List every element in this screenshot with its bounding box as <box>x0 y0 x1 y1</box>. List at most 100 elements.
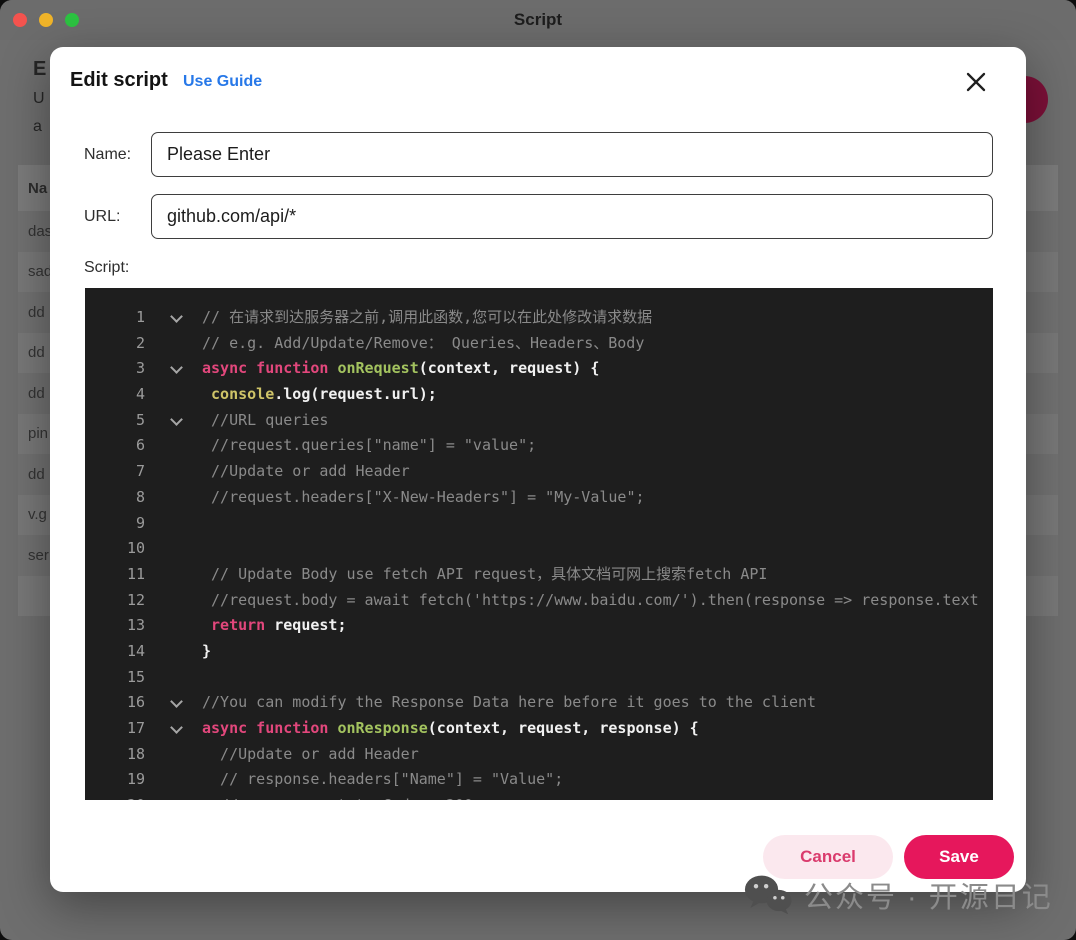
background-partial-heading: E <box>33 58 46 81</box>
name-input[interactable] <box>151 132 993 177</box>
save-button[interactable]: Save <box>904 835 1014 879</box>
line-number: 15 <box>85 665 145 691</box>
code-text: async function onRequest(context, reques… <box>202 356 599 382</box>
fold-chevron-down-icon[interactable] <box>170 721 183 734</box>
minimize-window-button[interactable] <box>39 13 53 27</box>
code-line: 1 // 在请求到达服务器之前,调用此函数,您可以在此处修改请求数据 <box>85 305 993 331</box>
gutter-fold-column <box>145 511 202 537</box>
code-line: 11 // Update Body use fetch API request，… <box>85 562 993 588</box>
line-number: 3 <box>85 356 145 382</box>
gutter-fold-column <box>145 742 202 768</box>
code-text: // Update Body use fetch API request，具体文… <box>202 562 767 588</box>
script-label: Script: <box>84 259 129 277</box>
code-line: 13 return request; <box>85 613 993 639</box>
line-number: 2 <box>85 331 145 357</box>
code-text: // 在请求到达服务器之前,调用此函数,您可以在此处修改请求数据 <box>202 305 652 331</box>
code-text: //Update or add Header <box>202 742 419 768</box>
fold-chevron-down-icon[interactable] <box>170 362 183 375</box>
code-line: 2 // e.g. Add/Update/Remove： Queries、Head… <box>85 331 993 357</box>
code-line: 18 //Update or add Header <box>85 742 993 768</box>
code-text: // response.statusCode = 200; <box>202 793 482 800</box>
gutter-fold-column <box>145 716 202 742</box>
code-text: //request.headers["X-New-Headers"] = "My… <box>202 485 645 511</box>
gutter-fold-column <box>145 562 202 588</box>
app-screen: Script E U a Na dassadddddddpinddv.gser … <box>0 0 1076 940</box>
line-number: 20 <box>85 793 145 800</box>
background-partial-text: a <box>33 118 42 136</box>
code-line: 20 // response.statusCode = 200; <box>85 793 993 800</box>
code-text: //request.body = await fetch('https://ww… <box>202 588 979 614</box>
cancel-button[interactable]: Cancel <box>763 835 893 879</box>
gutter-fold-column <box>145 613 202 639</box>
line-number: 8 <box>85 485 145 511</box>
line-number: 16 <box>85 690 145 716</box>
code-line: 5 //URL queries <box>85 408 993 434</box>
code-line: 19 // response.headers["Name"] = "Value"… <box>85 767 993 793</box>
wechat-icon <box>744 874 792 916</box>
gutter-fold-column <box>145 408 202 434</box>
zoom-window-button[interactable] <box>65 13 79 27</box>
code-line: 8 //request.headers["X-New-Headers"] = "… <box>85 485 993 511</box>
line-number: 7 <box>85 459 145 485</box>
code-text: } <box>202 639 211 665</box>
line-number: 12 <box>85 588 145 614</box>
line-number: 9 <box>85 511 145 537</box>
code-line: 17 async function onResponse(context, req… <box>85 716 993 742</box>
code-line: 16 //You can modify the Response Data her… <box>85 690 993 716</box>
line-number: 17 <box>85 716 145 742</box>
gutter-fold-column <box>145 767 202 793</box>
watermark: 公众号 · 开源日记 <box>744 874 1053 916</box>
line-number: 11 <box>85 562 145 588</box>
window-title: Script <box>514 10 562 30</box>
code-text: //request.queries["name"] = "value"; <box>202 433 536 459</box>
url-input[interactable] <box>151 194 993 239</box>
code-text: return request; <box>202 613 347 639</box>
watermark-text: 公众号 · 开源日记 <box>804 874 1053 916</box>
use-guide-link[interactable]: Use Guide <box>183 73 262 91</box>
line-number: 13 <box>85 613 145 639</box>
gutter-fold-column <box>145 331 202 357</box>
line-number: 4 <box>85 382 145 408</box>
gutter-fold-column <box>145 356 202 382</box>
gutter-fold-column <box>145 793 202 800</box>
close-modal-button[interactable] <box>961 67 991 97</box>
code-lines: 1 // 在请求到达服务器之前,调用此函数,您可以在此处修改请求数据 2 // e.g… <box>85 288 993 800</box>
gutter-fold-column <box>145 305 202 331</box>
code-line: 14} <box>85 639 993 665</box>
close-window-button[interactable] <box>13 13 27 27</box>
code-line: 15 <box>85 665 993 691</box>
url-label: URL: <box>84 208 120 226</box>
gutter-fold-column <box>145 382 202 408</box>
line-number: 5 <box>85 408 145 434</box>
code-editor[interactable]: 1 // 在请求到达服务器之前,调用此函数,您可以在此处修改请求数据 2 // e.g… <box>85 288 993 800</box>
line-number: 14 <box>85 639 145 665</box>
code-text: // response.headers["Name"] = "Value"; <box>202 767 563 793</box>
gutter-fold-column <box>145 433 202 459</box>
code-text: async function onResponse(context, reque… <box>202 716 699 742</box>
line-number: 1 <box>85 305 145 331</box>
code-line: 7 //Update or add Header <box>85 459 993 485</box>
gutter-fold-column <box>145 639 202 665</box>
line-number: 18 <box>85 742 145 768</box>
gutter-fold-column <box>145 588 202 614</box>
code-line: 12 //request.body = await fetch('https:/… <box>85 588 993 614</box>
code-text: console.log(request.url); <box>202 382 437 408</box>
background-partial-text: U <box>33 90 45 108</box>
gutter-fold-column <box>145 459 202 485</box>
line-number: 6 <box>85 433 145 459</box>
code-line: 10 <box>85 536 993 562</box>
window-titlebar: Script <box>0 0 1076 40</box>
gutter-fold-column <box>145 690 202 716</box>
line-number: 10 <box>85 536 145 562</box>
fold-chevron-down-icon[interactable] <box>170 695 183 708</box>
name-label: Name: <box>84 146 131 164</box>
close-icon <box>965 71 987 93</box>
code-text: //URL queries <box>202 408 328 434</box>
code-text: //You can modify the Response Data here … <box>202 690 816 716</box>
gutter-fold-column <box>145 665 202 691</box>
fold-chevron-down-icon[interactable] <box>170 310 183 323</box>
fold-chevron-down-icon[interactable] <box>170 413 183 426</box>
code-text: // e.g. Add/Update/Remove： Queries、Heade… <box>202 331 644 357</box>
traffic-lights <box>13 13 79 27</box>
line-number: 19 <box>85 767 145 793</box>
